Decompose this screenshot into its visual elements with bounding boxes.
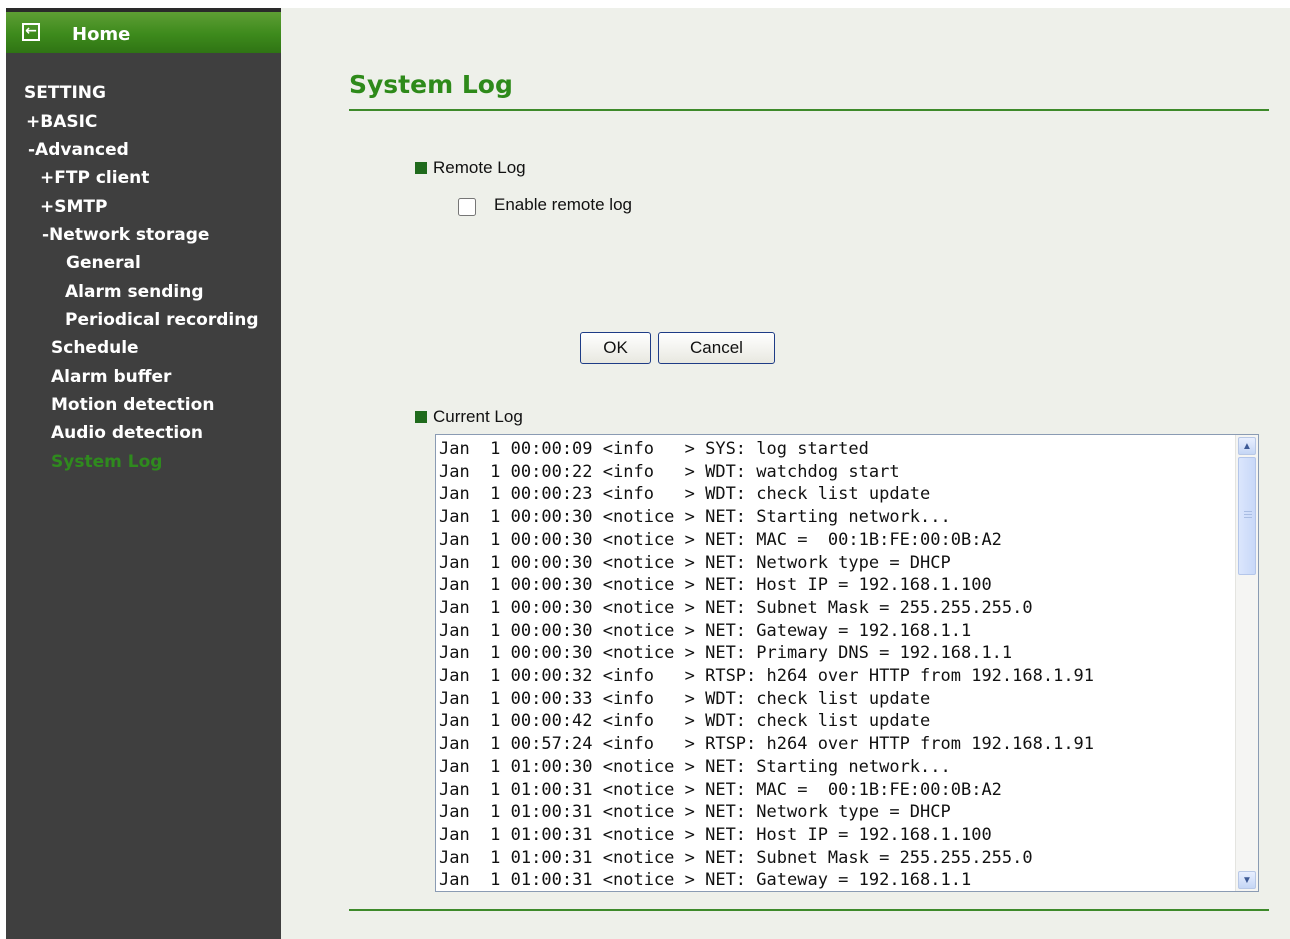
sidebar-item-motion-detection[interactable]: Motion detection [51, 395, 214, 415]
log-line: Jan 1 00:00:09 <info > SYS: log started [439, 439, 869, 459]
log-line: Jan 1 01:00:30 <notice > NET: Starting n… [439, 756, 951, 777]
log-line: Jan 1 01:00:31 <notice > NET: Host IP = … [439, 824, 992, 845]
sidebar-item-periodical-recording[interactable]: Periodical recording [65, 310, 259, 330]
log-line: Jan 1 01:00:31 <notice > NET: Subnet Mas… [439, 847, 1033, 868]
title-divider [349, 109, 1269, 111]
log-line: Jan 1 00:00:30 <notice > NET: Host IP = … [439, 575, 992, 596]
log-line: Jan 1 00:00:42 <info > WDT: check list u… [439, 711, 931, 732]
sidebar-item-general[interactable]: General [66, 253, 141, 273]
remote-log-section: Remote Log [415, 158, 526, 178]
remote-log-label: Remote Log [433, 158, 526, 177]
home-link[interactable]: ← Home [6, 8, 281, 53]
sidebar-item-audio-detection[interactable]: Audio detection [51, 423, 203, 443]
log-line: Jan 1 00:00:30 <notice > NET: Starting n… [439, 507, 951, 528]
sidebar-heading-setting: SETTING [24, 83, 106, 103]
sidebar-item-smtp[interactable]: +SMTP [40, 197, 107, 217]
sidebar-item-alarm-sending[interactable]: Alarm sending [65, 282, 204, 302]
current-log-section: Current Log [415, 407, 523, 427]
enable-remote-log-label: Enable remote log [494, 195, 632, 214]
scroll-down-arrow-icon[interactable]: ▼ [1238, 871, 1256, 889]
enable-remote-log-checkbox[interactable] [458, 198, 476, 216]
log-line: Jan 1 00:00:30 <notice > NET: MAC = 00:1… [439, 529, 1002, 550]
sidebar-item-alarm-buffer[interactable]: Alarm buffer [51, 367, 171, 387]
log-line: Jan 1 00:00:30 <notice > NET: Primary DN… [439, 643, 1013, 664]
sidebar-item-basic[interactable]: +BASIC [26, 112, 97, 132]
log-line: Jan 1 00:00:30 <notice > NET: Gateway = … [439, 620, 972, 641]
sidebar-item-ftp-client[interactable]: +FTP client [40, 168, 149, 188]
log-line: Jan 1 01:00:31 <notice > NET: Network ty… [439, 802, 951, 823]
log-line: Jan 1 00:00:22 <info > WDT: watchdog sta… [439, 461, 900, 482]
ok-button[interactable]: OK [580, 332, 651, 364]
sidebar-item-system-log[interactable]: System Log [51, 452, 162, 472]
log-scrollbar[interactable]: ▲ ▼ [1235, 435, 1258, 891]
scroll-up-arrow-icon[interactable]: ▲ [1238, 437, 1256, 455]
sidebar-item-network-storage[interactable]: -Network storage [42, 225, 209, 245]
log-line: Jan 1 01:00:31 <notice > NET: Gateway = … [439, 870, 972, 891]
log-line: Jan 1 00:00:32 <info > RTSP: h264 over H… [439, 666, 1095, 687]
log-textarea[interactable]: Jan 1 00:00:09 <info > SYS: log started J… [435, 434, 1259, 892]
green-square-icon [415, 162, 427, 174]
sidebar: ← Home SETTING +BASIC -Advanced +FTP cli… [6, 8, 281, 939]
green-square-icon [415, 411, 427, 423]
log-lines: Jan 1 00:00:09 <info > SYS: log started J… [439, 438, 1234, 891]
sidebar-item-schedule[interactable]: Schedule [51, 338, 139, 358]
log-line: Jan 1 00:00:30 <notice > NET: Subnet Mas… [439, 597, 1033, 618]
current-log-label: Current Log [433, 407, 523, 426]
log-line: Jan 1 00:00:30 <notice > NET: Network ty… [439, 552, 951, 573]
scrollbar-thumb[interactable] [1238, 457, 1256, 575]
page-title: System Log [349, 70, 513, 99]
log-line: Jan 1 00:00:23 <info > WDT: check list u… [439, 484, 931, 505]
log-line: Jan 1 00:00:33 <info > WDT: check list u… [439, 688, 931, 709]
bottom-divider [349, 909, 1269, 911]
cancel-button[interactable]: Cancel [658, 332, 775, 364]
log-line: Jan 1 01:00:31 <notice > NET: MAC = 00:1… [439, 779, 1002, 800]
sidebar-item-advanced[interactable]: -Advanced [28, 140, 129, 160]
main-content: System Log Remote Log Enable remote log … [281, 8, 1290, 939]
back-arrow-icon: ← [22, 23, 40, 41]
log-line: Jan 1 00:57:24 <info > RTSP: h264 over H… [439, 734, 1095, 755]
home-label: Home [72, 24, 131, 45]
